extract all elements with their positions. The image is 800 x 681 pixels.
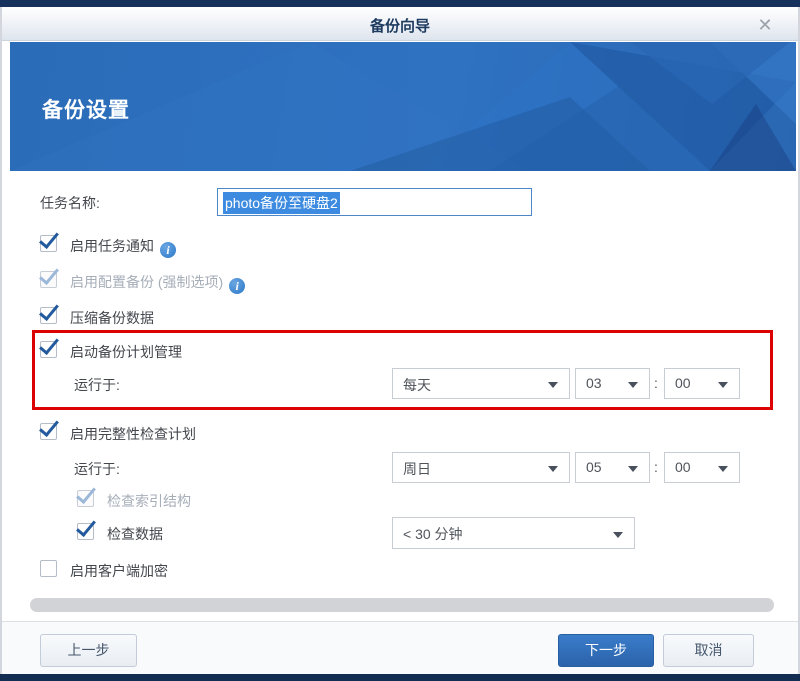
chevron-down-icon: [548, 466, 558, 472]
backup-schedule-checkbox[interactable]: [40, 341, 57, 358]
top-navy-strip: [0, 0, 800, 7]
chevron-down-icon: [628, 466, 638, 472]
screen: 备份向导 ✕ 备份设置 任务名称: photo备份至硬盘2: [0, 0, 800, 681]
integrity-run-at-label: 运行于:: [74, 459, 120, 479]
page-title: 备份设置: [42, 94, 130, 124]
check-data-checkbox[interactable]: [77, 523, 94, 540]
chevron-down-icon: [613, 532, 623, 538]
notify-label: 启用任务通知i: [70, 236, 176, 258]
config-backup-label: 启用配置备份 (强制选项)i: [70, 272, 245, 294]
backup-day-dropdown[interactable]: 每天: [392, 368, 570, 399]
integrity-checkbox[interactable]: [40, 423, 57, 440]
check-data-duration-dropdown[interactable]: < 30 分钟: [392, 517, 635, 549]
check-index-checkbox: [77, 490, 94, 507]
compress-label: 压缩备份数据: [70, 308, 154, 328]
chevron-down-icon: [548, 382, 558, 388]
backup-run-at-label: 运行于:: [74, 375, 120, 395]
integrity-day-dropdown[interactable]: 周日: [392, 452, 570, 483]
check-index-label: 检查索引结构: [107, 491, 191, 511]
backup-wizard-dialog: 备份向导 ✕ 备份设置 任务名称: photo备份至硬盘2: [0, 7, 800, 674]
check-data-label: 检查数据: [107, 524, 163, 544]
back-button[interactable]: 上一步: [40, 634, 137, 667]
wizard-footer: 上一步 下一步 取消: [2, 621, 798, 674]
task-name-input[interactable]: photo备份至硬盘2: [217, 188, 532, 216]
time-colon: :: [654, 375, 658, 391]
bottom-navy-strip: [0, 674, 800, 681]
chevron-down-icon: [628, 382, 638, 388]
integrity-minute-dropdown[interactable]: 00: [664, 452, 740, 483]
backup-minute-dropdown[interactable]: 00: [664, 368, 740, 399]
time-colon: :: [654, 459, 658, 475]
task-name-label: 任务名称:: [40, 193, 100, 213]
chevron-down-icon: [718, 466, 728, 472]
integrity-hour-dropdown[interactable]: 05: [575, 452, 650, 483]
encryption-checkbox[interactable]: [40, 560, 57, 577]
horizontal-scrollbar[interactable]: [30, 598, 774, 612]
notify-checkbox[interactable]: [40, 235, 57, 252]
backup-hour-dropdown[interactable]: 03: [575, 368, 650, 399]
notify-info-icon[interactable]: i: [160, 242, 176, 258]
next-button[interactable]: 下一步: [558, 634, 654, 667]
encryption-label: 启用客户端加密: [70, 561, 168, 581]
cancel-button[interactable]: 取消: [663, 634, 754, 667]
compress-checkbox[interactable]: [40, 307, 57, 324]
integrity-label: 启用完整性检查计划: [70, 424, 196, 444]
config-backup-checkbox: [40, 271, 57, 288]
backup-schedule-label: 启动备份计划管理: [70, 342, 182, 362]
config-backup-info-icon[interactable]: i: [229, 278, 245, 294]
chevron-down-icon: [718, 382, 728, 388]
task-name-selected-text: photo备份至硬盘2: [223, 192, 340, 214]
